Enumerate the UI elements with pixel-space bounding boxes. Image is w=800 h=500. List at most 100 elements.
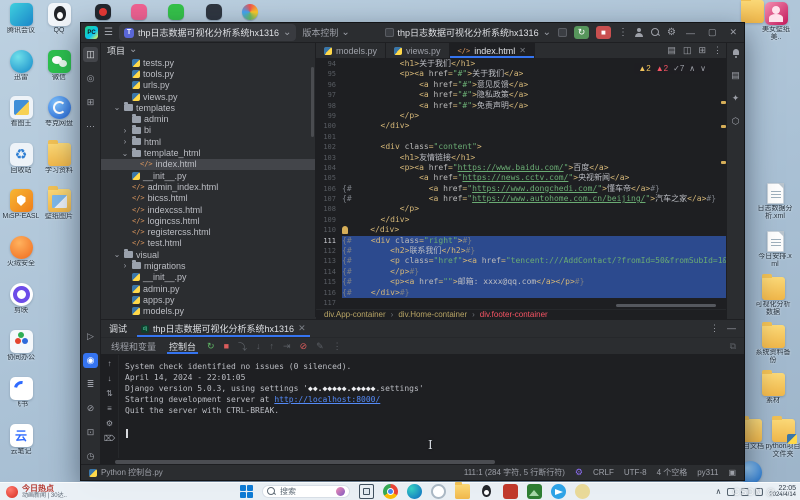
editor-hscrollbar[interactable]: [616, 304, 716, 307]
search-everywhere-icon[interactable]: [651, 28, 660, 37]
code-line-116[interactable]: 116{# </div>#}: [316, 288, 728, 298]
desktop-icon-学习资料[interactable]: 学习资料: [40, 143, 78, 175]
expand-arrow-icon[interactable]: ›: [121, 261, 129, 270]
console-settings-icon[interactable]: ⚙: [106, 419, 113, 428]
run-to-cursor-icon[interactable]: ⇥: [283, 341, 291, 352]
desktop-icon-迅雷[interactable]: 迅雷: [2, 50, 40, 82]
tree-item-visual[interactable]: ⌄visual: [101, 249, 315, 260]
code-line-103[interactable]: 103 <h1>友情链接</h1>: [316, 153, 728, 163]
desktop-icon-美女壁纸美..[interactable]: 美女壁纸美..: [757, 2, 795, 42]
debug-session-tab[interactable]: dj thp日志数据可视化分析系统hx1316 ✕: [137, 320, 310, 337]
tree-item-bi[interactable]: ›bi: [101, 125, 315, 136]
expand-arrow-icon[interactable]: ›: [121, 137, 129, 146]
encoding-selector[interactable]: UTF-8: [624, 468, 647, 477]
code-line-97[interactable]: 97 <a href="#">隐私政策</a>: [316, 90, 728, 100]
clear-console-icon[interactable]: ⌦: [104, 434, 115, 443]
desktop-icon-python项目文件夹[interactable]: python项目文件夹: [764, 419, 800, 459]
code-line-99[interactable]: 99 </p>: [316, 111, 728, 121]
desktop-icon-腾讯会议[interactable]: 腾讯会议: [2, 3, 40, 35]
tree-item-urls.py[interactable]: urls.py: [101, 80, 315, 91]
debug-tool-icon[interactable]: ◉: [83, 353, 98, 368]
desktop-icon-dark[interactable]: [195, 4, 233, 20]
tab-models.py[interactable]: models.py: [316, 43, 386, 58]
vcs-widget[interactable]: 版本控制 ⌄: [302, 26, 349, 39]
code-line-100[interactable]: 100 </div>: [316, 121, 728, 131]
desktop-icon-pink[interactable]: [120, 4, 158, 20]
folder-taskbar-icon[interactable]: [455, 484, 470, 499]
notification-bell-icon[interactable]: [731, 49, 740, 58]
tray-expand-icon[interactable]: ∧: [715, 487, 721, 496]
tree-item-apps.py[interactable]: apps.py: [101, 294, 315, 305]
taskbar-clock[interactable]: 22:05 2024/4/14: [769, 485, 796, 498]
grid-icon[interactable]: ⊞: [698, 45, 706, 56]
stop-button[interactable]: ■: [596, 26, 611, 39]
layout-icon[interactable]: ▤: [667, 45, 676, 56]
soft-wrap-icon[interactable]: ⇅: [106, 389, 113, 398]
desktop-icon-素材[interactable]: 素材: [754, 373, 792, 405]
tree-item-admin[interactable]: admin: [101, 113, 315, 124]
desktop-icon-云笔记[interactable]: 云云笔记: [2, 424, 40, 456]
structure-tool-icon[interactable]: ⊞: [83, 95, 98, 110]
desktop-icon-multi[interactable]: [231, 4, 269, 20]
tree-item-index.html[interactable]: </>index.html: [101, 159, 315, 170]
step-over-icon[interactable]: ⤵: [238, 340, 247, 353]
taskbar-search[interactable]: 搜索: [262, 485, 350, 498]
telegram-taskbar-icon[interactable]: [551, 484, 566, 499]
gradle-tool-icon[interactable]: ⬡: [732, 116, 740, 127]
taskview-taskbar-icon[interactable]: [359, 484, 374, 499]
run-config-selector[interactable]: thp日志数据可视化分析系统hx1316 ⌄: [385, 26, 551, 39]
desktop-icon-系统资料备份[interactable]: 系统资料备份: [754, 325, 792, 365]
breadcrumb-item[interactable]: div.App-container: [324, 310, 386, 319]
tree-item-models.py[interactable]: models.py: [101, 306, 315, 317]
start-button[interactable]: [240, 485, 253, 498]
code-line-110[interactable]: 110 </div>: [316, 225, 728, 235]
yellow-taskbar-icon[interactable]: [575, 484, 590, 499]
red-taskbar-icon[interactable]: [503, 484, 518, 499]
project-panel-header[interactable]: 项目 ⌄: [101, 43, 315, 57]
minimize-button[interactable]: —: [683, 28, 698, 38]
code-line-108[interactable]: 108 </p>: [316, 204, 728, 214]
desktop-icon-今日安排.xml[interactable]: 今日安排.xml: [756, 231, 794, 269]
code-line-109[interactable]: 109 </div>: [316, 215, 728, 225]
code-area[interactable]: 94 <h1>关于我们</h1>95 <p><a href="#">关于我们</…: [316, 59, 728, 309]
debug-subtab-控制台[interactable]: 控制台: [167, 338, 198, 354]
project-widget[interactable]: T thp日志数据可视化分析系统hx1316 ⌄: [119, 24, 296, 41]
tree-item-migrations[interactable]: ›migrations: [101, 260, 315, 271]
desktop-icon-日志数据分析.xml[interactable]: 日志数据分析.xml: [756, 183, 794, 221]
tree-item-admin_index.html[interactable]: </>admin_index.html: [101, 181, 315, 192]
up-stack-icon[interactable]: ↑: [108, 359, 112, 368]
commit-tool-icon[interactable]: ◎: [83, 71, 98, 86]
user-profile-icon[interactable]: [635, 28, 644, 37]
desktop-icon-green[interactable]: [157, 4, 195, 20]
desktop-icon-看图王[interactable]: 看图王: [2, 96, 40, 128]
tree-item-__init__.py[interactable]: __init__.py: [101, 272, 315, 283]
mute-breakpoints-icon[interactable]: ⊘: [300, 341, 308, 352]
ime-icon[interactable]: [755, 488, 763, 496]
code-line-105[interactable]: 105 <a href="https://news.cctv.com/">央视新…: [316, 173, 728, 183]
code-line-106[interactable]: 106{# <a href="https://www.dongchedi.com…: [316, 184, 728, 194]
desktop-icon-回收站[interactable]: ♻回收站: [2, 143, 40, 175]
down-stack-icon[interactable]: ↓: [108, 374, 112, 383]
settings-gear-icon[interactable]: ⚙: [667, 28, 676, 38]
desktop-icon-火绒安全[interactable]: 火绒安全: [2, 236, 40, 268]
split-icon[interactable]: ◫: [683, 45, 692, 56]
rerun-debug-icon[interactable]: ↻: [207, 341, 215, 352]
desktop-icon-协同办公[interactable]: 协同办公: [2, 330, 40, 362]
expand-arrow-icon[interactable]: ⌄: [113, 103, 121, 112]
desktop-icon-夸克网盘[interactable]: 夸克网盘: [40, 96, 78, 128]
close-tab-icon[interactable]: ✕: [519, 46, 526, 55]
desktop-icon-微信[interactable]: 微信: [40, 50, 78, 82]
hide-panel-icon[interactable]: —: [727, 323, 736, 334]
rerun-button[interactable]: ↻: [574, 26, 589, 39]
desktop-icon-剪映[interactable]: 剪映: [2, 283, 40, 315]
code-line-115[interactable]: 115{# <p><a href="">邮箱: xxxx@qq.com</a><…: [316, 277, 728, 287]
code-line-107[interactable]: 107{# <a href="https://www.autohome.com.…: [316, 194, 728, 204]
step-into-icon[interactable]: ↓: [256, 341, 261, 351]
toolbar-more-icon[interactable]: ⋮: [333, 341, 342, 352]
code-line-114[interactable]: 114{# </p>#}: [316, 267, 728, 277]
green-taskbar-icon[interactable]: [527, 484, 542, 499]
expand-arrow-icon[interactable]: ⌄: [121, 149, 129, 158]
project-tool-icon[interactable]: ◫: [83, 47, 98, 62]
debug-subtab-线程和变量[interactable]: 线程和变量: [109, 338, 158, 354]
expand-arrow-icon[interactable]: ›: [121, 126, 129, 135]
